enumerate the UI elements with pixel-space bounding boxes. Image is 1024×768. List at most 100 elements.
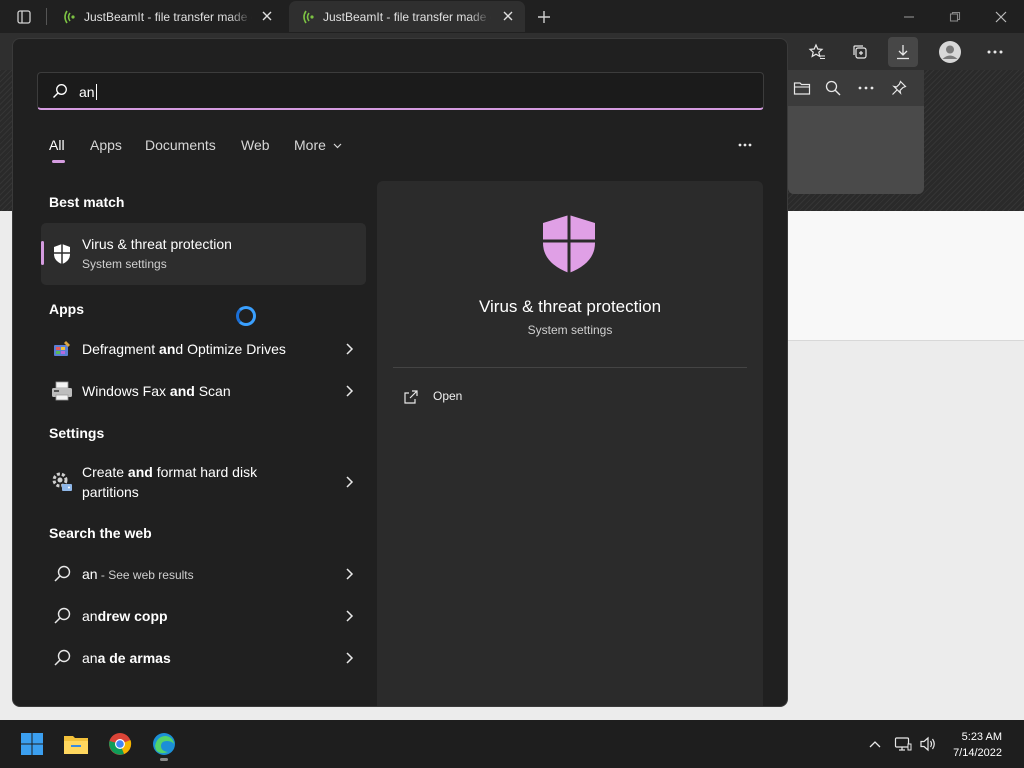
selection-indicator — [41, 241, 44, 265]
settings-result-label: Create and format hard disk partitions — [82, 464, 258, 500]
pin-icon — [892, 80, 907, 95]
tab-actions-icon — [17, 9, 31, 24]
close-tab-icon[interactable] — [501, 9, 515, 23]
web-page-content — [788, 211, 1024, 341]
web-result[interactable]: andrew copp — [41, 601, 366, 631]
start-button[interactable] — [13, 726, 51, 762]
restore-icon — [949, 11, 961, 22]
restore-button[interactable] — [932, 0, 978, 33]
app-result-defragment[interactable]: Defragment and Optimize Drives — [41, 334, 366, 364]
file-explorer-button[interactable] — [57, 726, 95, 762]
section-header-best-match: Best match — [49, 194, 125, 210]
web-result[interactable]: an - See web results — [41, 559, 366, 589]
profile-icon — [939, 41, 961, 63]
open-folder-button[interactable] — [790, 76, 814, 100]
chrome-button[interactable] — [101, 726, 139, 762]
more-icon — [738, 143, 752, 147]
filter-tab-all[interactable]: All — [49, 137, 65, 153]
downloads-button[interactable] — [888, 37, 918, 67]
downloads-list-area — [788, 106, 924, 194]
search-icon — [54, 649, 71, 666]
network-button[interactable] — [893, 734, 913, 754]
tab-actions-button[interactable] — [8, 0, 40, 33]
chevron-up-icon — [869, 741, 881, 748]
minimize-icon — [904, 15, 914, 18]
system-clock[interactable]: 5:23 AM 7/14/2022 — [953, 729, 1002, 761]
tab-title: JustBeamIt - file transfer made easy — [84, 9, 252, 24]
browser-tab-2[interactable]: JustBeamIt - file transfer made easy — [289, 1, 525, 32]
favorites-button[interactable] — [802, 37, 832, 67]
edge-button[interactable] — [145, 726, 183, 762]
active-filter-indicator — [52, 160, 65, 163]
best-match-text: Virus & threat protection System setting… — [82, 234, 232, 274]
open-action-label: Open — [433, 389, 463, 403]
chevron-down-icon — [333, 143, 342, 149]
filter-tab-apps[interactable]: Apps — [90, 137, 122, 153]
detail-title: Virus & threat protection — [478, 297, 662, 316]
open-external-icon — [404, 390, 418, 404]
chevron-right-icon — [346, 568, 354, 580]
profile-button[interactable] — [935, 37, 965, 67]
pin-downloads-button[interactable] — [887, 76, 911, 100]
result-detail-pane: Virus & threat protection System setting… — [377, 181, 763, 706]
section-header-settings: Settings — [49, 425, 105, 441]
filter-tab-web[interactable]: Web — [241, 137, 270, 153]
chevron-right-icon — [346, 385, 354, 397]
settings-result-disk-partitions[interactable]: Create and format hard disk partitions — [41, 459, 366, 505]
filter-tab-more[interactable]: More — [294, 137, 342, 153]
best-match-title: Virus & threat protection — [82, 236, 232, 252]
favorites-icon — [808, 43, 825, 60]
disk-management-icon — [51, 471, 73, 493]
open-action[interactable]: Open — [393, 383, 747, 411]
volume-icon — [920, 736, 935, 752]
justbeamit-favicon-icon — [303, 10, 314, 23]
web-result-label: andrew copp — [82, 608, 168, 624]
chevron-right-icon — [346, 652, 354, 664]
close-tab-icon[interactable] — [260, 9, 274, 23]
plus-icon — [538, 10, 550, 23]
filter-tab-documents[interactable]: Documents — [145, 137, 216, 153]
search-options-button[interactable] — [733, 135, 757, 155]
web-result[interactable]: ana de armas — [41, 643, 366, 673]
search-icon — [53, 84, 67, 98]
file-explorer-icon — [64, 736, 88, 754]
search-icon — [54, 565, 71, 582]
web-result-label: ana de armas — [82, 650, 171, 666]
more-icon — [858, 86, 874, 90]
close-icon — [995, 11, 1007, 22]
search-input[interactable]: an — [37, 72, 764, 110]
busy-cursor-icon — [236, 306, 256, 326]
close-window-button[interactable] — [978, 0, 1024, 33]
tab-title: JustBeamIt - file transfer made easy — [323, 9, 491, 24]
shield-icon — [543, 215, 595, 273]
detail-subtitle: System settings — [527, 323, 613, 337]
best-match-result[interactable]: Virus & threat protection System setting… — [41, 223, 366, 285]
volume-button[interactable] — [918, 734, 938, 754]
divider — [393, 367, 747, 368]
settings-more-icon — [987, 50, 1003, 54]
edge-icon — [153, 733, 175, 755]
shield-icon — [51, 243, 73, 265]
show-hidden-icons-button[interactable] — [865, 734, 885, 754]
app-result-label: Defragment and Optimize Drives — [82, 341, 286, 357]
search-downloads-button[interactable] — [821, 76, 845, 100]
new-tab-button[interactable] — [530, 0, 558, 33]
chrome-icon — [109, 733, 132, 755]
windows-search-panel: an All Apps Documents Web More Best matc… — [12, 38, 788, 707]
start-icon — [21, 733, 43, 755]
best-match-subtitle: System settings — [82, 257, 167, 271]
minimize-button[interactable] — [886, 0, 932, 33]
downloads-more-button[interactable] — [854, 76, 878, 100]
downloads-flyout — [788, 70, 924, 194]
app-result-label: Windows Fax and Scan — [82, 383, 231, 399]
taskbar: 5:23 AM 7/14/2022 — [0, 720, 1024, 768]
justbeamit-favicon-icon — [64, 10, 75, 23]
app-result-fax-scan[interactable]: Windows Fax and Scan — [41, 376, 366, 406]
defrag-icon — [51, 338, 73, 360]
downloads-icon — [897, 45, 909, 60]
browser-tab-1[interactable]: JustBeamIt - file transfer made easy — [50, 1, 284, 32]
collections-button[interactable] — [845, 37, 875, 67]
settings-more-button[interactable] — [980, 37, 1010, 67]
chevron-right-icon — [346, 610, 354, 622]
collections-icon — [853, 45, 867, 59]
